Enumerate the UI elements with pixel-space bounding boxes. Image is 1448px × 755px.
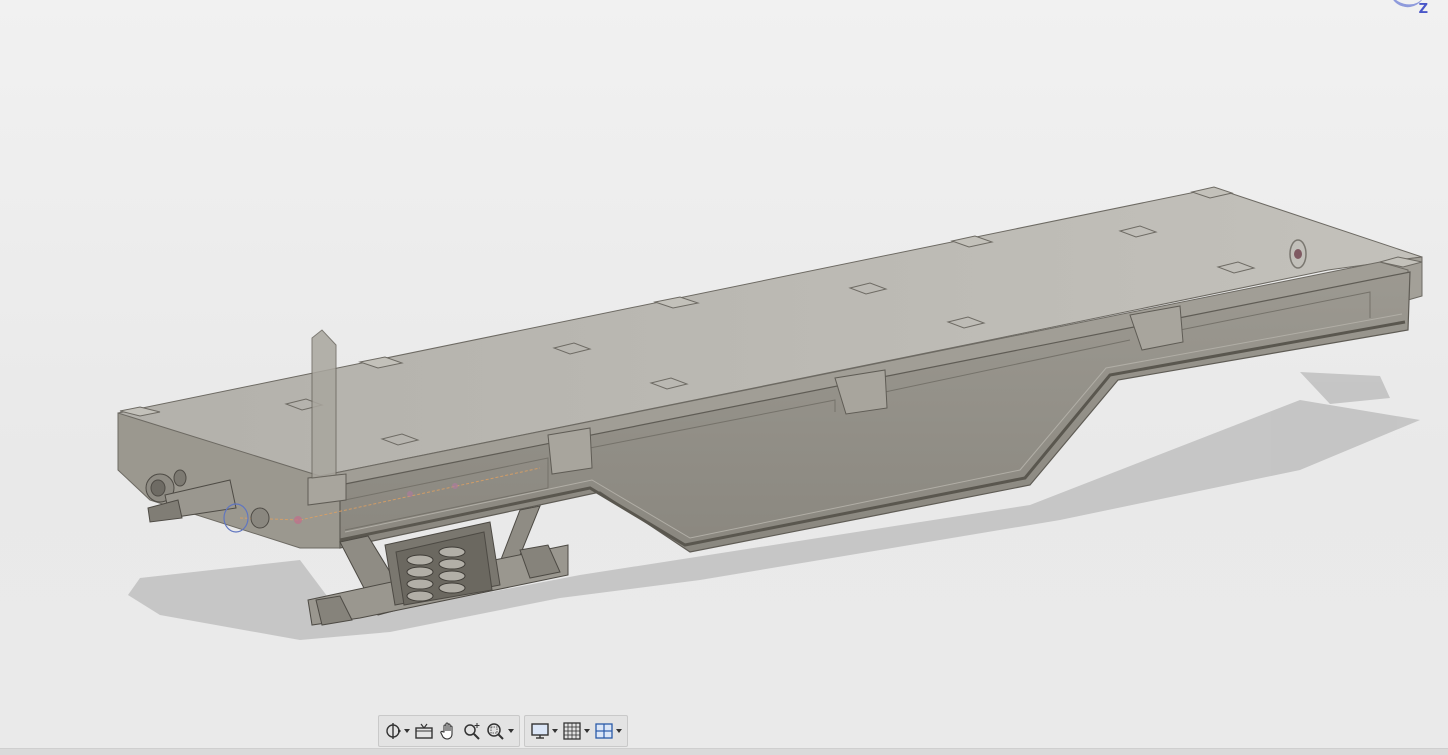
viewports-button[interactable] <box>592 719 624 743</box>
orbit-icon <box>386 723 401 739</box>
display-settings-icon <box>531 723 549 739</box>
orbit-button[interactable] <box>382 719 412 743</box>
zoom-icon <box>464 723 480 740</box>
display-settings-dropdown-caret[interactable] <box>552 729 558 733</box>
fit-dropdown-caret[interactable] <box>508 729 514 733</box>
navigation-toolbar <box>378 715 628 747</box>
pan-icon <box>440 722 453 740</box>
look-at-icon <box>415 723 433 739</box>
model-canvas[interactable] <box>0 0 1448 754</box>
look-at-button[interactable] <box>412 719 436 743</box>
viewports-icon <box>595 723 613 739</box>
display-settings-button[interactable] <box>528 719 560 743</box>
fit-button[interactable] <box>484 719 516 743</box>
viewcube[interactable]: Z <box>1388 0 1448 22</box>
orbit-dropdown-caret[interactable] <box>404 729 410 733</box>
navigation-tools-group <box>378 715 520 747</box>
3d-viewport[interactable]: Z <box>0 0 1448 755</box>
grid-snaps-dropdown-caret[interactable] <box>584 729 590 733</box>
viewports-dropdown-caret[interactable] <box>616 729 622 733</box>
zoom-button[interactable] <box>460 719 484 743</box>
pan-button[interactable] <box>436 719 460 743</box>
grid-snaps-icon <box>563 722 581 740</box>
grid-snaps-button[interactable] <box>560 719 592 743</box>
brake-staff <box>311 329 337 479</box>
fit-icon <box>487 723 504 740</box>
display-tools-group <box>524 715 628 747</box>
z-axis-label: Z <box>1418 2 1428 17</box>
